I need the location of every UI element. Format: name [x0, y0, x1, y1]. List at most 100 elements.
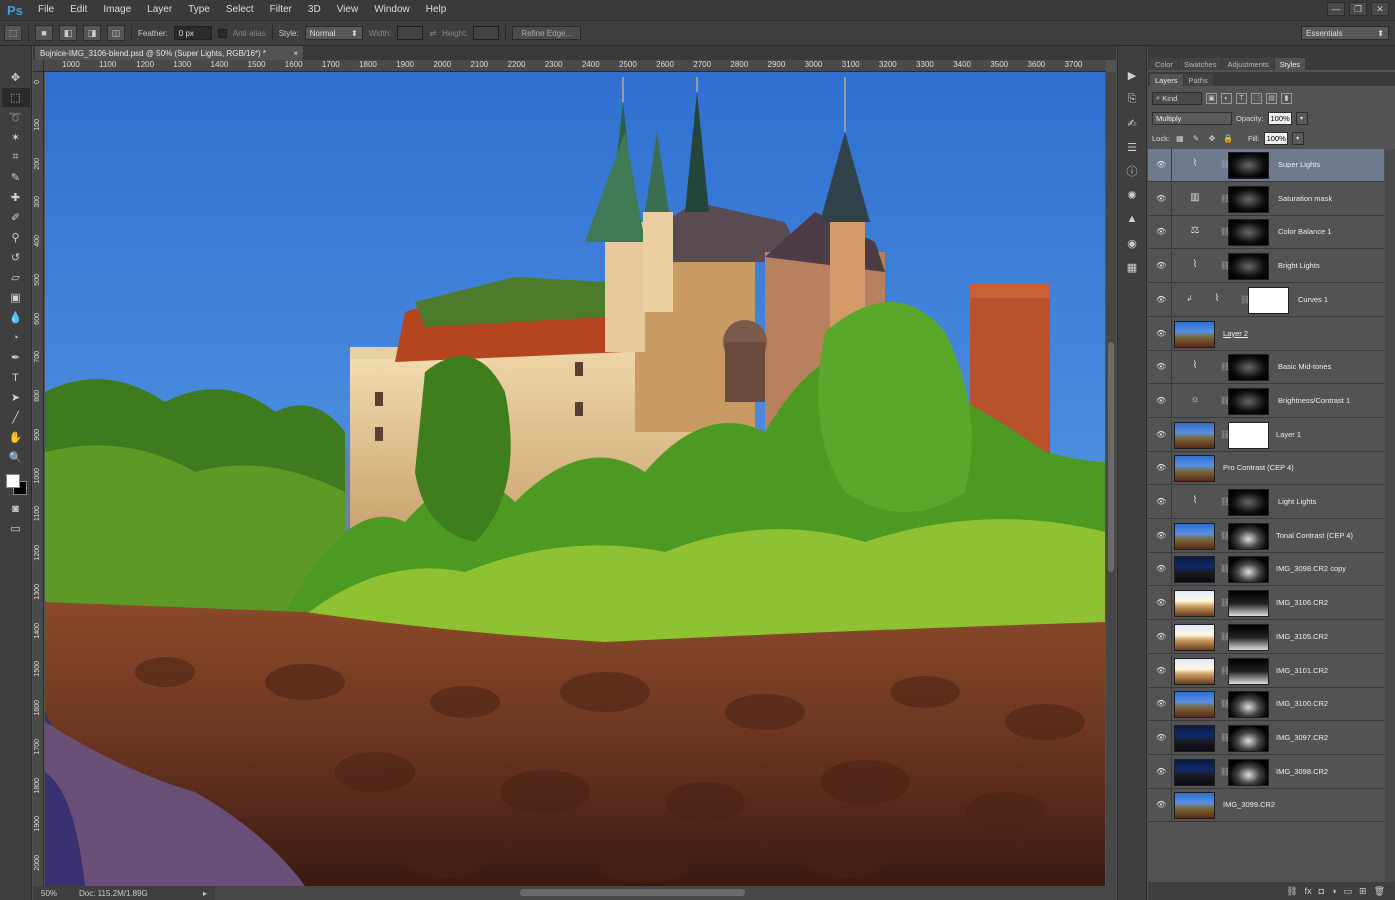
layer-mask-thumbnail[interactable] — [1228, 185, 1269, 213]
visibility-toggle[interactable]: 👁 — [1148, 519, 1172, 553]
layer-name[interactable]: IMG_3097.CR2 — [1276, 733, 1328, 742]
layer-row[interactable]: 👁 ☼ ⛓ Brightness/Contrast 1 — [1148, 384, 1384, 418]
move-tool-icon[interactable]: ✥ — [2, 68, 30, 87]
mask-link-icon[interactable]: ⛓ — [1220, 666, 1230, 677]
type-tool-icon[interactable]: T — [2, 368, 30, 387]
visibility-toggle[interactable]: 👁 — [1148, 149, 1172, 182]
hand-tool-icon[interactable]: ✋ — [2, 428, 30, 447]
menu-view[interactable]: View — [329, 0, 367, 20]
visibility-toggle[interactable]: 👁 — [1148, 351, 1172, 385]
layer-name[interactable]: Pro Contrast (CEP 4) — [1223, 463, 1294, 472]
menu-filter[interactable]: Filter — [262, 0, 300, 20]
mask-link-icon[interactable]: ⛓ — [1220, 632, 1230, 643]
fill-slider-icon[interactable]: ▾ — [1291, 131, 1304, 145]
layer-thumbnail[interactable] — [1174, 623, 1215, 651]
layer-row[interactable]: 👁 ⛓ IMG_3101.CR2 — [1148, 654, 1384, 688]
layer-name[interactable]: IMG_3105.CR2 — [1276, 632, 1328, 641]
visibility-toggle[interactable]: 👁 — [1148, 216, 1172, 250]
layer-thumbnail[interactable] — [1174, 691, 1215, 719]
play-icon[interactable]: ▶ — [1121, 66, 1143, 84]
layer-row[interactable]: 👁 ⌇ ⛓ Basic Mid-tones — [1148, 351, 1384, 385]
layer-name[interactable]: IMG_3098.CR2 copy — [1276, 564, 1346, 573]
layer-thumbnail[interactable] — [1174, 556, 1215, 584]
shape-filter-icon[interactable]: ⬚ — [1251, 92, 1262, 104]
layer-name[interactable]: Curves 1 — [1298, 295, 1328, 304]
layer-row[interactable]: 👁 ⛓ IMG_3098.CR2 — [1148, 755, 1384, 789]
crop-tool-icon[interactable]: ⌗ — [2, 148, 30, 167]
layer-row[interactable]: 👁 ⛓ IMG_3106.CR2 — [1148, 587, 1384, 621]
mask-link-icon[interactable]: ⛓ — [1220, 430, 1230, 441]
brush-preset-icon[interactable]: ✍ — [1121, 114, 1143, 132]
layer-name[interactable]: Saturation mask — [1278, 194, 1332, 203]
tab-color[interactable]: Color — [1150, 58, 1178, 70]
mask-link-icon[interactable]: ⛓ — [1220, 531, 1230, 542]
layer-name[interactable]: Brightness/Contrast 1 — [1278, 396, 1350, 405]
blend-mode-select[interactable]: Multiply — [1152, 111, 1232, 125]
mask-link-icon[interactable]: ⛓ — [1220, 160, 1230, 171]
mask-link-icon[interactable]: ⛓ — [1220, 564, 1230, 575]
histogram-icon[interactable]: ▲ — [1121, 210, 1143, 228]
fill-input[interactable]: 100% — [1263, 131, 1288, 145]
history-brush-tool-icon[interactable]: ↺ — [2, 248, 30, 267]
layer-mask-thumbnail[interactable] — [1228, 590, 1269, 618]
layer-row[interactable]: 👁 ⛓ IMG_3097.CR2 — [1148, 721, 1384, 755]
restore-button[interactable]: ❐ — [1349, 2, 1367, 16]
layer-thumbnail[interactable] — [1174, 792, 1215, 820]
layer-mask-thumbnail[interactable] — [1228, 354, 1269, 382]
menu-window[interactable]: Window — [366, 0, 418, 20]
zoom-tool-icon[interactable]: 🔍 — [2, 448, 30, 467]
layer-name[interactable]: IMG_3100.CR2 — [1276, 699, 1328, 708]
layer-mask-thumbnail[interactable] — [1228, 387, 1269, 415]
document-tab[interactable]: Bojnice-IMG_3106-blend.psd @ 50% (Super … — [35, 46, 303, 60]
layer-mask-thumbnail[interactable] — [1228, 522, 1269, 550]
layer-thumbnail[interactable] — [1174, 455, 1215, 483]
feather-input[interactable]: 0 px — [173, 26, 212, 40]
scrollbar-thumb[interactable] — [1108, 342, 1114, 572]
scrollbar-thumb[interactable] — [520, 889, 745, 896]
layer-mask-thumbnail[interactable] — [1228, 489, 1269, 516]
healing-brush-tool-icon[interactable]: ✚ — [2, 188, 30, 207]
swap-icon[interactable]: ⇄ — [429, 29, 436, 38]
lock-all-icon[interactable]: 🔒 — [1222, 132, 1234, 144]
layer-thumbnail[interactable] — [1174, 758, 1215, 786]
layer-name[interactable]: Bright Lights — [1278, 261, 1320, 270]
new-adjustment-icon[interactable]: ◑ — [1331, 886, 1336, 896]
menu-type[interactable]: Type — [180, 0, 218, 20]
layer-name[interactable]: Light Lights — [1278, 497, 1316, 506]
marquee-tool-preset-icon[interactable]: ⬚ — [4, 25, 22, 41]
magic-wand-tool-icon[interactable]: ✶ — [2, 128, 30, 147]
mask-link-icon[interactable]: ⛓ — [1220, 767, 1230, 778]
kind-filter-select[interactable]: ⌕ Kind — [1152, 91, 1202, 105]
layer-row[interactable]: 👁 ⌇ ⛓ Light Lights — [1148, 486, 1384, 519]
lasso-tool-icon[interactable]: ➰ — [2, 108, 30, 127]
intersect-selection-icon[interactable]: ◫ — [107, 25, 125, 41]
tab-paths[interactable]: Paths — [1183, 74, 1213, 86]
visibility-toggle[interactable]: 👁 — [1148, 384, 1172, 418]
ruler-origin[interactable] — [33, 60, 44, 72]
horizontal-ruler[interactable]: 1000 1100 1200 1300 1400 1500 1600 1700 1800 1900… — [44, 60, 1106, 72]
layer-row[interactable]: 👁 ⚖ ⛓ Color Balance 1 — [1148, 216, 1384, 250]
foreground-color-swatch[interactable] — [5, 474, 20, 488]
opacity-input[interactable]: 100% — [1267, 111, 1292, 125]
tab-layers[interactable]: Layers — [1150, 74, 1183, 86]
pen-tool-icon[interactable]: ✒ — [2, 348, 30, 367]
mask-link-icon[interactable]: ⛓ — [1220, 699, 1230, 710]
layer-mask-thumbnail[interactable] — [1248, 286, 1289, 314]
quick-mask-icon[interactable]: ◙ — [2, 499, 30, 518]
vertical-scrollbar[interactable] — [1106, 72, 1116, 886]
link-layers-icon[interactable]: ⛓ — [1286, 886, 1297, 897]
line-tool-icon[interactable]: ╱ — [2, 408, 30, 427]
visibility-toggle[interactable]: 👁 — [1148, 620, 1172, 654]
layer-row[interactable]: 👁 ⌇ ⛓ Super Lights — [1148, 149, 1384, 182]
new-group-icon[interactable]: ▭ — [1344, 886, 1353, 897]
document-canvas[interactable] — [45, 72, 1105, 886]
menu-3d[interactable]: 3D — [300, 0, 329, 20]
layer-name[interactable]: Color Balance 1 — [1278, 227, 1331, 236]
brush-tool-icon[interactable]: ✐ — [2, 208, 30, 227]
layer-name[interactable]: IMG_3099.CR2 — [1223, 800, 1275, 809]
mask-link-icon[interactable]: ⛓ — [1220, 194, 1230, 205]
minimize-button[interactable]: — — [1327, 2, 1345, 16]
layers-scrollbar[interactable] — [1385, 149, 1395, 882]
new-selection-icon[interactable]: ■ — [35, 25, 53, 41]
visibility-toggle[interactable]: 👁 — [1148, 553, 1172, 587]
